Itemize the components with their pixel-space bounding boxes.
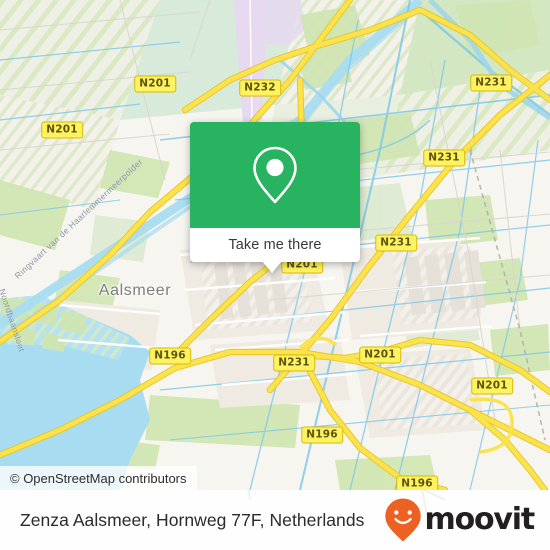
road-shield[interactable]: N231 [273,354,315,372]
road-shield[interactable]: N196 [396,475,438,490]
road-shield[interactable]: N201 [41,121,83,139]
road-shield[interactable]: N232 [239,79,281,97]
take-me-there-label: Take me there [228,237,322,253]
page-title: Zenza Aalsmeer, Hornweg 77F, Netherlands [20,509,365,530]
popup-icon-panel [190,122,360,228]
moovit-wordmark: moovit [424,502,536,537]
footer-bar: Zenza Aalsmeer, Hornweg 77F, Netherlands… [0,490,550,550]
road-shield[interactable]: N231 [423,149,465,167]
location-popup-card[interactable]: Take me there [190,122,360,273]
popup-tail [262,261,282,273]
road-shield[interactable]: N201 [359,346,401,364]
road-shield[interactable]: N201 [134,75,176,93]
road-shield[interactable]: N201 [471,377,513,395]
road-shield[interactable]: N196 [301,426,343,444]
place-label-aalsmeer: Aalsmeer [98,282,172,299]
map-canvas[interactable]: Ringvaart van de Haarlemmermeerpolder No… [0,0,550,490]
road-shield[interactable]: N231 [375,234,417,252]
moovit-map-screenshot: Ringvaart van de Haarlemmermeerpolder No… [0,0,550,550]
road-shield[interactable]: N196 [149,347,191,365]
osm-attribution[interactable]: © OpenStreetMap contributors [0,466,197,490]
popup-action-panel[interactable]: Take me there [190,228,360,262]
osm-attribution-text: © OpenStreetMap contributors [10,470,187,486]
moovit-logo[interactable]: moovit [383,497,536,543]
map-pin-icon [253,146,297,204]
moovit-pin-smiley-icon [384,498,421,542]
road-shield[interactable]: N231 [470,74,512,92]
